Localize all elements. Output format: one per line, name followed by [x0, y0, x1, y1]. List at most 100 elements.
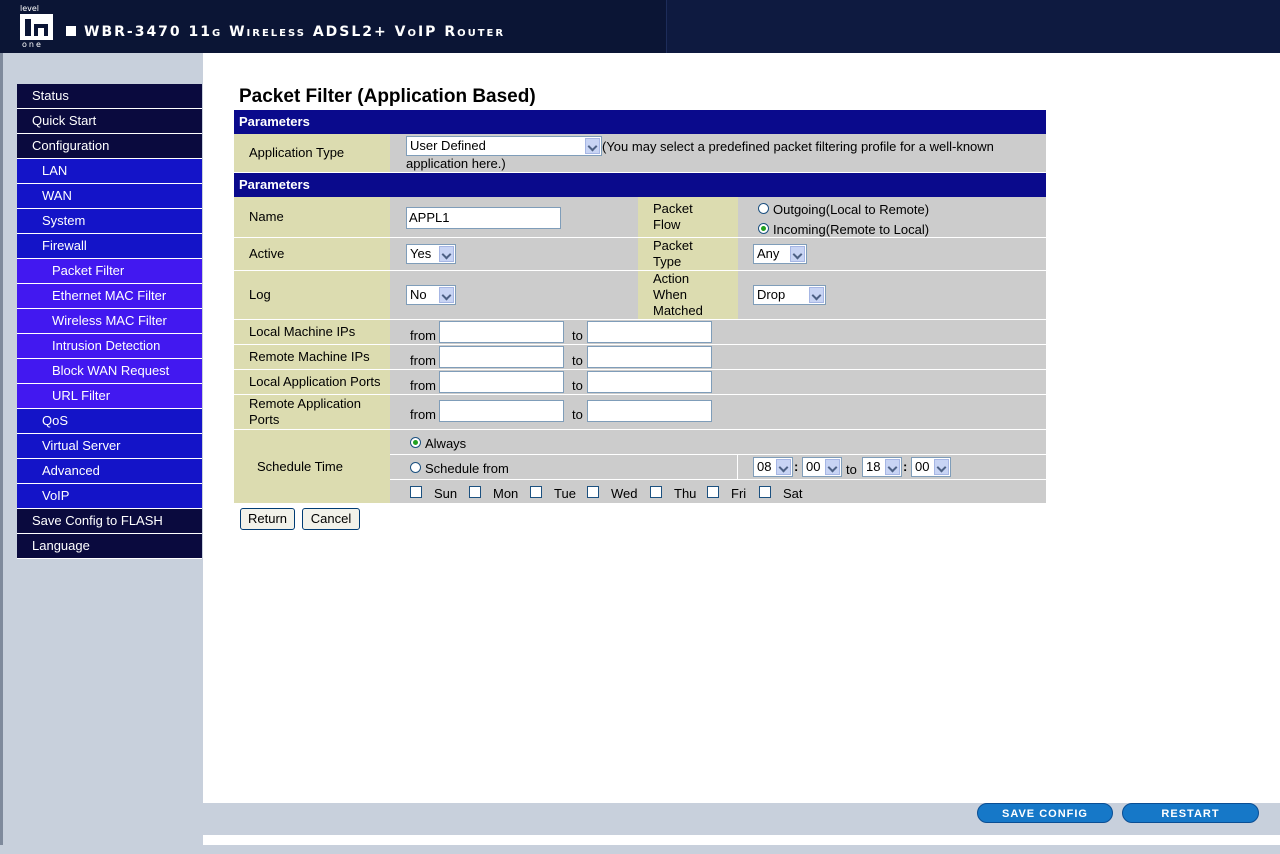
checkbox-thu[interactable] [650, 486, 662, 498]
to-label: to [572, 407, 583, 422]
to-label: to [572, 378, 583, 393]
sidebar-nav: Status Quick Start Configuration LAN WAN Syst… [17, 84, 202, 559]
sidebar-item-quick-start[interactable]: Quick Start [17, 109, 202, 134]
day-label-wed: Wed [611, 486, 638, 501]
name-label: Name [234, 197, 390, 237]
sidebar-item-packet-filter[interactable]: Packet Filter [17, 259, 202, 284]
sidebar-item-virtual-server[interactable]: Virtual Server [17, 434, 202, 459]
remote-ip-to-input[interactable] [587, 346, 712, 368]
chevron-down-icon [790, 246, 805, 262]
from-label: from [410, 328, 436, 343]
day-label-tue: Tue [554, 486, 576, 501]
action-select[interactable]: Drop [753, 285, 826, 305]
chevron-down-icon [776, 459, 791, 475]
bottom-spacer [203, 835, 1280, 845]
section-header-parameters-2: Parameters [234, 173, 1046, 197]
always-radio[interactable] [410, 437, 421, 448]
schedule-from-radio[interactable] [410, 462, 421, 473]
sidebar-item-save-config-to-flash[interactable]: Save Config to FLASH [17, 509, 202, 534]
application-type-value: User Defined [410, 138, 486, 153]
sidebar-item-qos[interactable]: QoS [17, 409, 202, 434]
chevron-down-icon [809, 287, 824, 303]
row-name: Name APPL1 Packet Flow Outgoing(Local to … [234, 197, 1046, 238]
action-value: Drop [757, 287, 786, 302]
day-label-fri: Fri [731, 486, 747, 501]
row-log: Log No Action When Matched Drop [234, 271, 1046, 320]
bottom-toolbar [203, 803, 1280, 835]
save-config-button[interactable]: SAVE CONFIG [977, 803, 1113, 823]
logo-mark-icon [20, 14, 53, 40]
name-input[interactable]: APPL1 [406, 207, 561, 229]
sidebar-item-voip[interactable]: VoIP [17, 484, 202, 509]
return-button[interactable]: Return [240, 508, 295, 530]
sidebar-item-ethernet-mac-filter[interactable]: Ethernet MAC Filter [17, 284, 202, 309]
sidebar-item-configuration[interactable]: Configuration [17, 134, 202, 159]
restart-button[interactable]: RESTART [1122, 803, 1259, 823]
to-hour-select[interactable]: 18 [862, 457, 902, 477]
colon: : [794, 459, 799, 474]
local-ip-from-input[interactable] [439, 321, 564, 343]
local-port-from-input[interactable] [439, 371, 564, 393]
remote-port-to-input[interactable] [587, 400, 712, 422]
sidebar-item-firewall[interactable]: Firewall [17, 234, 202, 259]
row-schedule-time: Schedule Time Always Schedule from 08 : … [234, 430, 1046, 503]
packet-type-value: Any [757, 246, 780, 261]
day-label-thu: Thu [674, 486, 697, 501]
bottom-edge [0, 845, 1280, 854]
row-application-type: Application Type User Defined (You may s… [234, 134, 1046, 173]
local-port-to-input[interactable] [587, 371, 712, 393]
row-local-machine-ips: Local Machine IPs from to [234, 320, 1046, 345]
page-title: Packet Filter (Application Based) [239, 86, 536, 107]
packet-type-select[interactable]: Any [753, 244, 807, 264]
to-minute-select[interactable]: 00 [911, 457, 951, 477]
sidebar-item-advanced[interactable]: Advanced [17, 459, 202, 484]
row-active: Active Yes Packet Type Any [234, 238, 1046, 271]
day-label-mon: Mon [493, 486, 519, 501]
chevron-down-icon [439, 287, 454, 303]
local-ip-to-input[interactable] [587, 321, 712, 343]
checkbox-sat[interactable] [759, 486, 771, 498]
logo-bottom-text: one [22, 40, 43, 49]
chevron-down-icon [585, 138, 600, 154]
checkbox-wed[interactable] [587, 486, 599, 498]
outgoing-radio[interactable] [758, 203, 769, 214]
from-minute-select[interactable]: 00 [802, 457, 842, 477]
schedule-from-label: Schedule from [425, 461, 509, 476]
from-label: from [410, 407, 436, 422]
to-label: to [572, 353, 583, 368]
sidebar-item-wan[interactable]: WAN [17, 184, 202, 209]
sidebar-item-status[interactable]: Status [17, 84, 202, 109]
sidebar-item-intrusion-detection[interactable]: Intrusion Detection [17, 334, 202, 359]
local-application-ports-label: Local Application Ports [234, 370, 390, 394]
remote-port-from-input[interactable] [439, 400, 564, 422]
remote-application-ports-label: Remote Application Ports [234, 395, 390, 429]
to-label: to [572, 328, 583, 343]
remote-ip-from-input[interactable] [439, 346, 564, 368]
application-type-select[interactable]: User Defined [406, 136, 602, 156]
schedule-divider [390, 479, 1046, 480]
product-title: WBR-3470 11g Wireless ADSL2+ VoIP Router [66, 24, 505, 40]
from-label: from [410, 353, 436, 368]
checkbox-fri[interactable] [707, 486, 719, 498]
active-select[interactable]: Yes [406, 244, 456, 264]
sidebar-item-block-wan-request[interactable]: Block WAN Request [17, 359, 202, 384]
application-type-label: Application Type [234, 134, 390, 172]
sidebar-item-language[interactable]: Language [17, 534, 202, 559]
square-bullet-icon [66, 26, 76, 36]
sidebar-item-system[interactable]: System [17, 209, 202, 234]
checkbox-sun[interactable] [410, 486, 422, 498]
log-select[interactable]: No [406, 285, 456, 305]
from-hour-select[interactable]: 08 [753, 457, 793, 477]
cancel-button[interactable]: Cancel [302, 508, 360, 530]
sidebar-item-wireless-mac-filter[interactable]: Wireless MAC Filter [17, 309, 202, 334]
incoming-radio[interactable] [758, 223, 769, 234]
sidebar-item-url-filter[interactable]: URL Filter [17, 384, 202, 409]
chevron-down-icon [934, 459, 949, 475]
schedule-divider [390, 454, 1046, 455]
chevron-down-icon [439, 246, 454, 262]
sidebar-item-lan[interactable]: LAN [17, 159, 202, 184]
checkbox-mon[interactable] [469, 486, 481, 498]
checkbox-tue[interactable] [530, 486, 542, 498]
chevron-down-icon [885, 459, 900, 475]
application-type-hint-1: (You may select a predefined packet filt… [602, 139, 994, 154]
